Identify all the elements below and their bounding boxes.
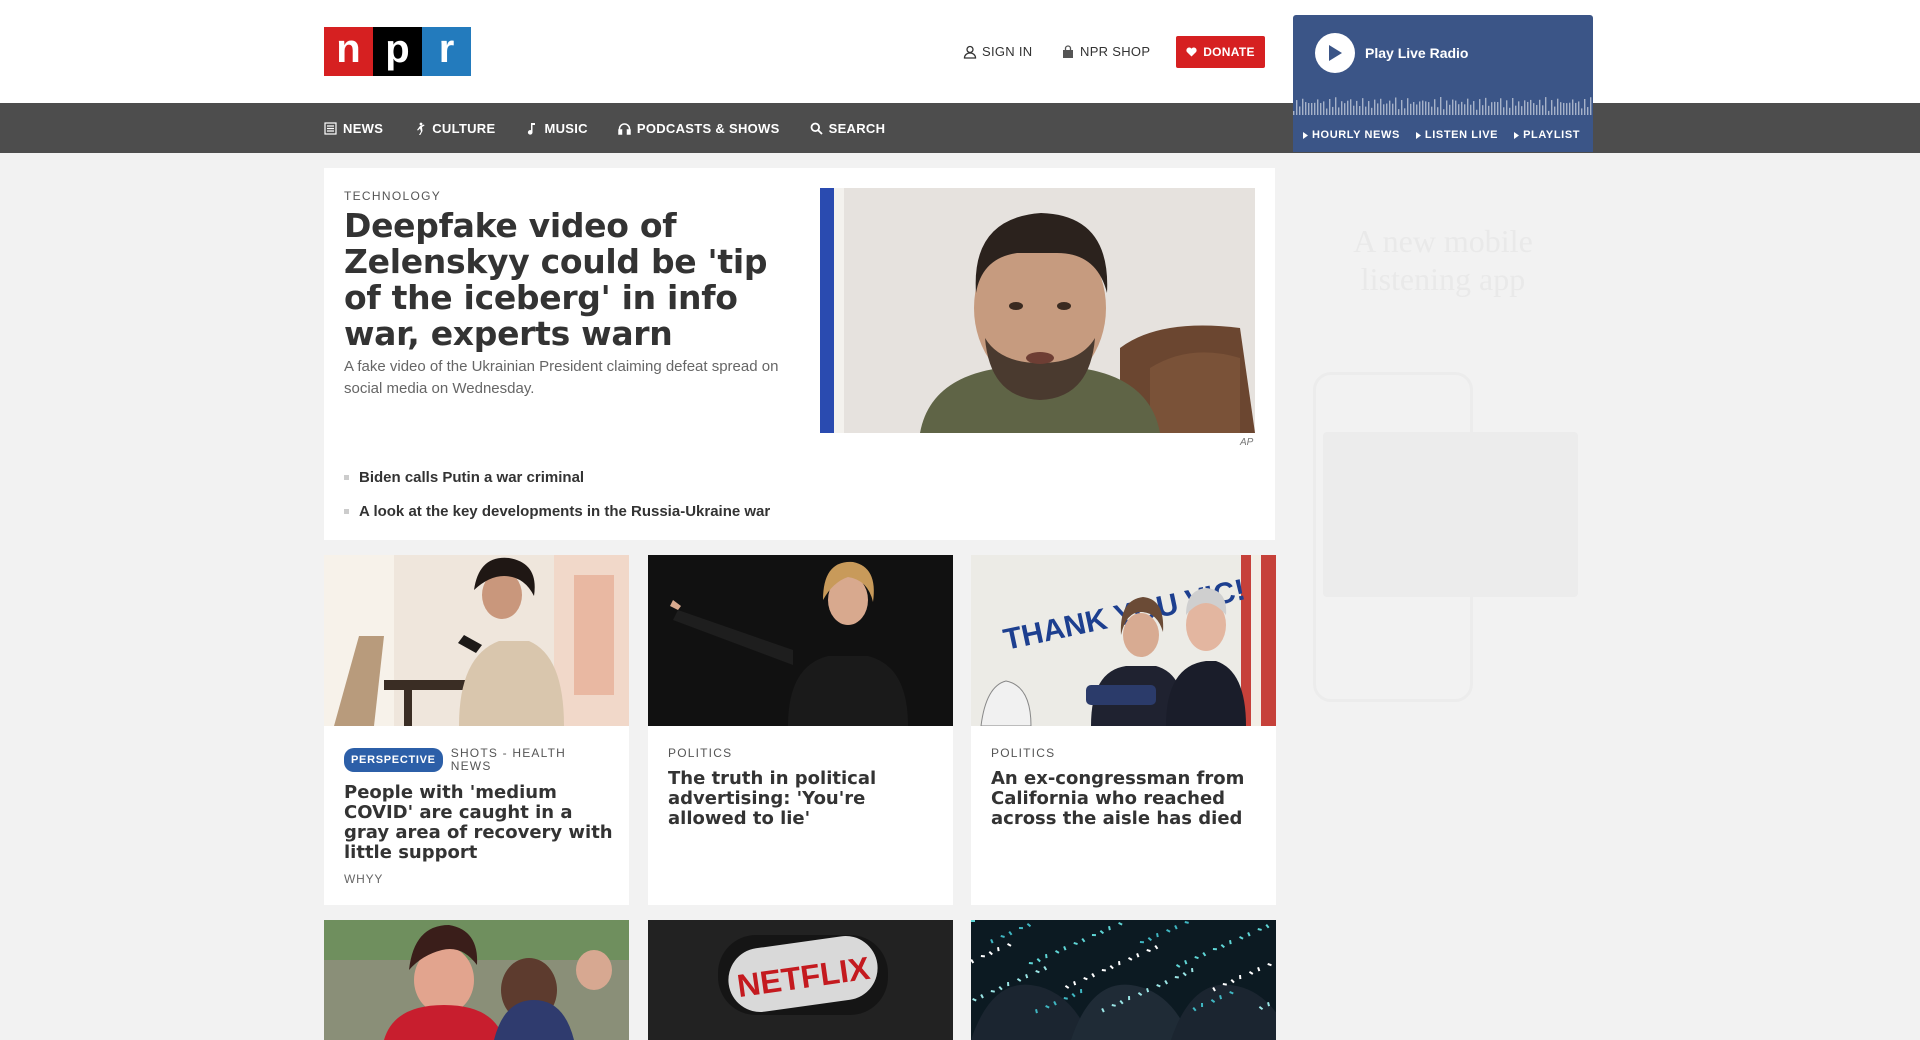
story-slug[interactable]: POLITICS (668, 747, 732, 760)
related-link-label: Biden calls Putin a war criminal (359, 468, 585, 486)
story-image[interactable]: NETFLIX (648, 920, 953, 1040)
play-small-icon (1303, 131, 1308, 139)
main-nav: NEWS CULTURE MUSIC PODCASTS & SHOWS SEAR… (0, 103, 1920, 153)
confetti-celebration-illustration (971, 920, 1276, 1040)
nav-item-search[interactable]: SEARCH (810, 121, 886, 136)
zelenskyy-photo-illustration (820, 188, 1255, 433)
perspective-badge: PERSPECTIVE (344, 748, 443, 772)
story-image[interactable] (971, 920, 1276, 1040)
promo-line: A new mobile (1353, 223, 1533, 259)
nav-item-culture[interactable]: CULTURE (413, 121, 495, 136)
headphones-icon (618, 122, 631, 135)
story-headline[interactable]: An ex-congressman from California who re… (991, 769, 1261, 829)
donate-button[interactable]: DONATE (1176, 36, 1265, 68)
radio-link-label: LISTEN LIVE (1424, 129, 1499, 141)
lead-photo[interactable] (820, 188, 1255, 433)
sign-in-label: SIGN IN (982, 44, 1033, 59)
lead-teaser[interactable]: A fake video of the Ukrainian President … (344, 356, 784, 400)
play-live-radio-button[interactable] (1315, 33, 1355, 73)
story-slug[interactable]: POLITICS (991, 747, 1055, 760)
story-image[interactable] (324, 555, 629, 726)
netflix-remote-illustration: NETFLIX (648, 920, 953, 1040)
live-radio-module: Play Live Radio HOURLY NEWS LISTEN LIVE … (1293, 15, 1593, 152)
site-header: n p r SIGN IN NPR SHOP DONATE (0, 0, 1920, 103)
radio-link-label: HOURLY NEWS (1312, 129, 1400, 141)
logo-letter-n: n (324, 27, 373, 76)
nav-label: PODCASTS & SHOWS (636, 120, 780, 136)
play-small-icon (1514, 131, 1520, 139)
story-source: WHYY (344, 872, 384, 886)
story-card: THANK YOU VIC! POLITICS An ex-congressma… (971, 555, 1276, 905)
story-card (324, 920, 629, 1040)
npr-logo[interactable]: n p r (324, 27, 471, 76)
radio-link-label: PLAYLIST (1523, 129, 1581, 141)
music-note-icon (528, 122, 536, 135)
user-icon (963, 45, 977, 59)
story-image[interactable]: THANK YOU VIC! (971, 555, 1276, 726)
embracing-crowd-illustration (324, 920, 629, 1040)
story-headline[interactable]: The truth in political advertising: 'You… (668, 769, 938, 829)
story-card: PERSPECTIVE SHOTS - HEALTH NEWS People w… (324, 555, 629, 905)
related-link[interactable]: Biden calls Putin a war criminal (344, 460, 770, 494)
shopping-bag-icon (1063, 44, 1073, 58)
audio-waveform (1293, 97, 1592, 115)
nav-label: CULTURE (432, 120, 496, 136)
story-card: POLITICS The truth in political advertis… (648, 555, 953, 905)
woman-on-phone-illustration (324, 555, 629, 726)
story-card (971, 920, 1276, 1040)
lead-story: TECHNOLOGY Deepfake video of Zelenskyy c… (324, 168, 1275, 540)
story-slug[interactable]: TECHNOLOGY (344, 189, 441, 203)
donate-label: DONATE (1203, 45, 1255, 59)
promo-headline: A new mobile listening app (1293, 222, 1593, 298)
congressman-press-conference-illustration: THANK YOU VIC! (971, 555, 1276, 726)
logo-letter-p: p (373, 27, 422, 76)
sign-in-link[interactable]: SIGN IN (963, 44, 1033, 59)
story-image[interactable] (324, 920, 629, 1040)
promo-line: listening app (1360, 261, 1526, 297)
story-image[interactable] (648, 555, 953, 726)
story-card: NETFLIX (648, 920, 953, 1040)
play-small-icon (1415, 131, 1421, 139)
shop-label: NPR SHOP (1080, 44, 1151, 59)
lead-headline[interactable]: Deepfake video of Zelenskyy could be 'ti… (344, 208, 784, 352)
logo-letter-r: r (422, 27, 471, 76)
story-headline[interactable]: People with 'medium COVID' are caught in… (344, 783, 614, 863)
search-icon (810, 122, 823, 135)
playlist-link[interactable]: PLAYLIST (1514, 129, 1580, 141)
nav-item-podcasts[interactable]: PODCASTS & SHOWS (618, 121, 780, 136)
nav-label: MUSIC (544, 120, 588, 136)
dancer-icon (417, 122, 425, 135)
nav-label: SEARCH (828, 120, 886, 136)
listen-live-link[interactable]: LISTEN LIVE (1415, 129, 1499, 141)
related-link-label: A look at the key developments in the Ru… (359, 502, 771, 520)
play-icon (1329, 45, 1342, 61)
app-promo-ad[interactable]: A new mobile listening app (1293, 152, 1593, 712)
politician-pointing-illustration (648, 555, 953, 726)
newspaper-icon (324, 121, 337, 135)
related-link[interactable]: A look at the key developments in the Ru… (344, 494, 770, 528)
related-links: Biden calls Putin a war criminal A look … (344, 460, 770, 528)
nav-item-news[interactable]: NEWS (324, 121, 383, 136)
play-live-radio-label[interactable]: Play Live Radio (1365, 45, 1468, 61)
photo-credit: AP (1240, 437, 1254, 448)
hourly-news-link[interactable]: HOURLY NEWS (1303, 129, 1400, 141)
screen-illustration (1323, 432, 1578, 597)
story-slug[interactable]: SHOTS - HEALTH NEWS (451, 747, 571, 773)
nav-item-music[interactable]: MUSIC (525, 120, 588, 136)
npr-shop-link[interactable]: NPR SHOP (1061, 44, 1150, 59)
nav-label: NEWS (343, 120, 384, 136)
bullet-icon (344, 474, 349, 480)
bullet-icon (344, 508, 349, 514)
heart-icon (1186, 47, 1197, 57)
